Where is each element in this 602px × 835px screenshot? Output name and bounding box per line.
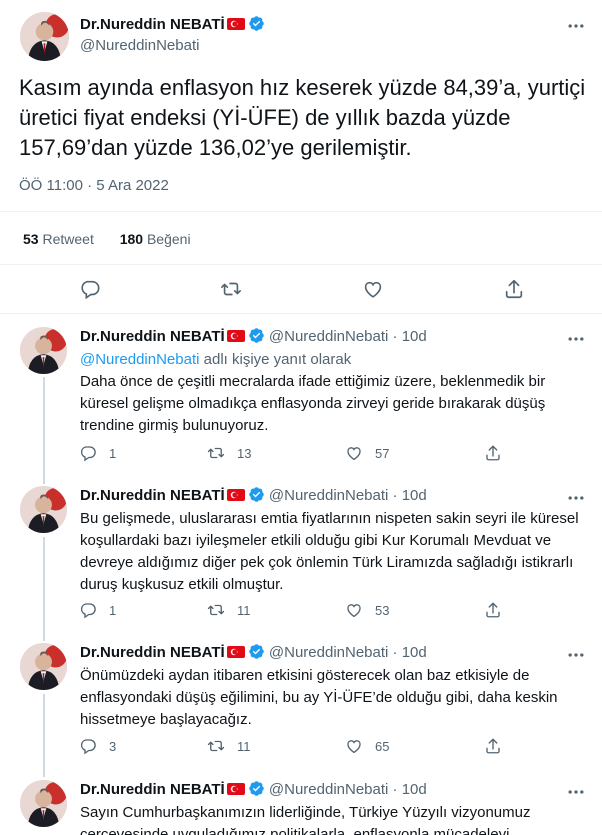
retweet-count: 11: [237, 602, 251, 618]
retweet-action[interactable]: 11: [207, 601, 251, 619]
reply-icon: [80, 603, 96, 619]
retweet-icon: [207, 447, 225, 459]
reply-author-name[interactable]: Dr.Nureddin NEBATİ: [80, 781, 225, 798]
tweet-text: Kasım ayında enflasyon hız keserek yüzde…: [19, 75, 586, 160]
verified-badge-icon: [248, 487, 264, 502]
retweets-label: Retweet: [42, 231, 94, 247]
reply-header: Dr.Nureddin NEBATİ @NureddinNebati · 10d: [80, 327, 427, 345]
reply-text: Sayın Cumhurbaşkanımızın liderliğinde, T…: [80, 804, 531, 835]
reply-body: @NureddinNebati adlı kişiye yanıt olarak…: [80, 349, 580, 437]
retweet-action[interactable]: 13: [207, 444, 251, 462]
retweets-count: 53: [23, 231, 39, 247]
author-name-text: Dr.Nureddin NEBATİ: [80, 16, 225, 33]
author-name[interactable]: Dr.Nureddin NEBATİ: [80, 15, 265, 33]
reply-text: Bu gelişmede, uluslararası emtia fiyatla…: [80, 510, 579, 593]
like-icon: [347, 447, 361, 461]
author-avatar[interactable]: [20, 12, 69, 61]
like-count: 53: [375, 602, 390, 618]
turkey-flag-icon: [226, 646, 245, 658]
like-action[interactable]: 57: [345, 444, 389, 462]
like-icon: [347, 604, 361, 618]
reply-header: Dr.Nureddin NEBATİ @NureddinNebati · 10d: [80, 486, 427, 504]
retweet-icon: [207, 740, 225, 752]
replying-to-suffix: adlı kişiye yanıt olarak: [199, 351, 352, 368]
reply-action[interactable]: 1: [79, 601, 116, 619]
likes-label: Beğeni: [146, 231, 191, 247]
like-count: 57: [375, 445, 390, 461]
retweet-icon: [207, 604, 225, 616]
reply-tweet[interactable]: Dr.Nureddin NEBATİ @NureddinNebati · 10d…: [0, 643, 602, 773]
verified-badge-icon: [248, 16, 264, 31]
divider: [0, 264, 602, 265]
reply-handle-time[interactable]: @NureddinNebati · 10d: [269, 487, 427, 504]
turkey-flag-icon: [226, 489, 245, 501]
reply-tweet[interactable]: Dr.Nureddin NEBATİ @NureddinNebati · 10d…: [0, 780, 602, 835]
like-icon[interactable]: [362, 278, 384, 300]
turkey-flag-icon: [226, 18, 245, 30]
retweet-count: 13: [237, 445, 252, 461]
reply-text: Daha önce de çeşitli mecralarda ifade et…: [80, 373, 546, 434]
retweets-stat[interactable]: 53 Retweet: [23, 231, 94, 247]
reply-author-name[interactable]: Dr.Nureddin NEBATİ: [80, 487, 225, 504]
retweet-count: 11: [237, 738, 251, 754]
reply-header: Dr.Nureddin NEBATİ @NureddinNebati · 10d: [80, 643, 427, 661]
reply-count: 3: [109, 738, 117, 754]
more-options-icon[interactable]: [566, 782, 586, 802]
likes-count: 180: [119, 231, 144, 247]
more-options-icon[interactable]: [566, 488, 586, 508]
like-action[interactable]: 65: [345, 737, 389, 755]
more-options-icon[interactable]: [566, 16, 586, 36]
replying-to-link[interactable]: @NureddinNebati: [80, 351, 199, 368]
share-action[interactable]: [484, 601, 514, 619]
like-icon: [347, 740, 361, 754]
share-action[interactable]: [484, 444, 514, 462]
reply-icon: [80, 739, 96, 755]
reply-icon[interactable]: [79, 278, 101, 300]
reply-tweet[interactable]: Dr.Nureddin NEBATİ @NureddinNebati · 10d…: [0, 486, 602, 636]
reply-header: Dr.Nureddin NEBATİ @NureddinNebati · 10d: [80, 780, 427, 798]
turkey-flag-icon: [226, 783, 245, 795]
divider: [0, 313, 602, 314]
like-action[interactable]: 53: [345, 601, 389, 619]
replying-to: @NureddinNebati adlı kişiye yanıt olarak: [80, 349, 580, 371]
retweet-action[interactable]: 11: [207, 737, 251, 755]
reply-icon: [80, 446, 96, 462]
reply-author-name[interactable]: Dr.Nureddin NEBATİ: [80, 644, 225, 661]
reply-action[interactable]: 3: [79, 737, 116, 755]
more-options-icon[interactable]: [566, 329, 586, 349]
reply-body: Sayın Cumhurbaşkanımızın liderliğinde, T…: [80, 802, 580, 835]
reply-body: Bu gelişmede, uluslararası emtia fiyatla…: [80, 508, 580, 596]
verified-badge-icon: [248, 781, 264, 796]
reply-count: 1: [109, 445, 117, 461]
share-icon[interactable]: [503, 278, 525, 300]
tweet-stats: 53 Retweet 180 Beğeni: [23, 231, 213, 247]
verified-badge-icon: [248, 328, 264, 343]
tweet-timestamp[interactable]: ÖÖ 11:00 · 5 Ara 2022: [19, 177, 169, 194]
retweet-icon[interactable]: [220, 278, 242, 300]
reply-body: Önümüzdeki aydan itibaren etkisini göste…: [80, 665, 580, 731]
more-options-icon[interactable]: [566, 645, 586, 665]
turkey-flag-icon: [226, 330, 245, 342]
reply-handle-time[interactable]: @NureddinNebati · 10d: [269, 781, 427, 798]
reply-action[interactable]: 1: [79, 444, 116, 462]
share-action[interactable]: [484, 737, 514, 755]
reply-tweet[interactable]: Dr.Nureddin NEBATİ @NureddinNebati · 10d…: [0, 327, 602, 477]
share-icon: [486, 602, 500, 618]
share-icon: [486, 445, 500, 461]
author-handle[interactable]: @NureddinNebati: [80, 37, 199, 54]
reply-text: Önümüzdeki aydan itibaren etkisini göste…: [80, 667, 558, 728]
like-count: 65: [375, 738, 390, 754]
likes-stat[interactable]: 180 Beğeni: [120, 231, 191, 247]
divider: [0, 211, 602, 212]
reply-handle-time[interactable]: @NureddinNebati · 10d: [269, 328, 427, 345]
reply-count: 1: [109, 602, 117, 618]
share-icon: [486, 738, 500, 754]
reply-handle-time[interactable]: @NureddinNebati · 10d: [269, 644, 427, 661]
reply-author-name[interactable]: Dr.Nureddin NEBATİ: [80, 328, 225, 345]
verified-badge-icon: [248, 644, 264, 659]
